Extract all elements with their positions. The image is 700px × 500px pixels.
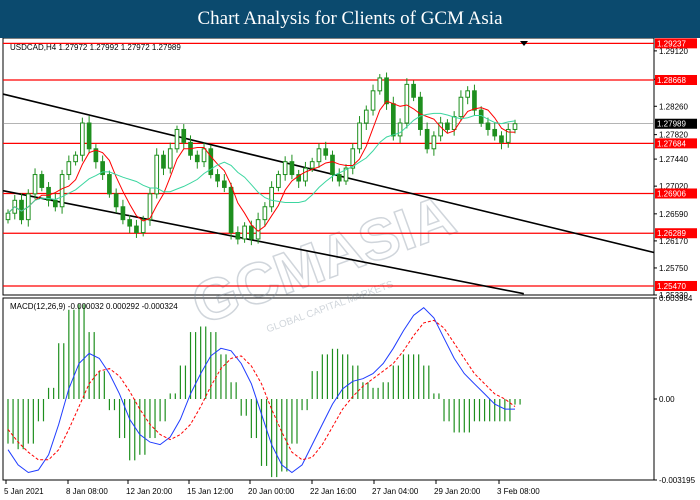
level-price-label: 1.26906 [657, 189, 686, 198]
time-tick-label: 3 Feb 08:00 [497, 487, 540, 496]
price-tick-label: 1.27440 [659, 155, 688, 164]
level-price-label: 1.27684 [657, 139, 686, 148]
candle-body [73, 154, 78, 163]
candle-body [458, 96, 464, 118]
current-price-label: 1.27989 [657, 120, 686, 129]
candle-body [174, 128, 180, 150]
macd-label: MACD(12,26,9) -0.000032 0.000292 -0.0003… [10, 302, 178, 311]
candle-body [255, 219, 261, 240]
time-tick-label: 29 Jan 20:00 [434, 487, 481, 496]
candle-body [390, 103, 396, 137]
price-tick-label: 1.26170 [659, 237, 688, 246]
candle-body [134, 225, 139, 234]
candle-body [424, 128, 430, 150]
candle-body [235, 232, 241, 240]
candle-body [397, 122, 403, 137]
candle-body [167, 148, 173, 169]
macd-tick-label: 0.003984 [659, 294, 693, 303]
candle-body [303, 167, 308, 182]
candle-body [107, 174, 112, 195]
candle-body [52, 199, 58, 208]
candle-body [127, 219, 133, 227]
price-tick-label: 1.25750 [659, 264, 688, 273]
candle-body [181, 128, 187, 143]
candle-body [411, 83, 416, 98]
candle-body [431, 135, 437, 150]
candle-body [445, 122, 450, 130]
price-tick-label: 1.28260 [659, 102, 688, 111]
candle-body [316, 148, 322, 163]
candle-body [512, 123, 518, 130]
candle-body [194, 154, 200, 163]
candle-body [363, 109, 369, 124]
time-tick-label: 20 Jan 00:00 [248, 487, 295, 496]
candle-body [120, 206, 126, 221]
level-price-label: 1.26289 [657, 229, 686, 238]
level-price-label: 1.25470 [657, 282, 686, 291]
candle-body [32, 174, 38, 195]
chart-banner-title: Chart Analysis for Clients of GCM Asia [0, 0, 700, 38]
level-price-label: 1.29237 [657, 39, 686, 48]
price-tick-label: 1.27820 [659, 131, 688, 140]
macd-tick-label: 0.00 [659, 395, 675, 404]
candle-body [384, 77, 389, 105]
macd-tick-label: -0.003195 [659, 476, 696, 485]
candle-body [39, 174, 45, 188]
candle-body [404, 83, 410, 124]
candle-body [5, 212, 11, 221]
time-tick-label: 5 Jan 2021 [4, 487, 44, 496]
candle-body [80, 122, 85, 156]
candle-body [472, 90, 477, 111]
candle-body [201, 148, 207, 163]
candle-body [249, 225, 254, 240]
candle-body [161, 154, 166, 169]
candle-body [208, 148, 214, 176]
time-tick-label: 15 Jan 12:00 [187, 487, 234, 496]
candle-body [113, 193, 119, 208]
candle-body [242, 225, 247, 240]
candle-body [499, 135, 504, 143]
candle-body [66, 161, 72, 176]
candle-body [262, 206, 268, 221]
candle-body [330, 154, 335, 176]
candle-body [370, 90, 376, 111]
time-tick-label: 8 Jan 08:00 [66, 487, 108, 496]
candle-body [465, 90, 471, 98]
candle-body [269, 186, 274, 208]
symbol-info: USDCAD,H4 1.27972 1.27992 1.27972 1.2798… [10, 43, 181, 52]
time-tick-label: 27 Jan 04:00 [372, 487, 419, 496]
time-tick-label: 22 Jan 16:00 [310, 487, 357, 496]
candle-body [140, 219, 146, 234]
candle-body [228, 186, 234, 234]
candle-body [289, 161, 295, 176]
candle-body [282, 161, 288, 176]
price-tick-label: 1.26590 [659, 210, 688, 219]
trading-chart[interactable]: GCMASIA GLOBAL CAPITAL MARKETS 1.291201.… [0, 38, 700, 500]
candle-body [492, 128, 498, 137]
candle-body [357, 122, 362, 150]
candle-body [309, 161, 315, 169]
candle-body [221, 180, 227, 188]
macd-panel-frame [2, 297, 655, 481]
candle-body [276, 174, 281, 188]
candle-body [336, 174, 342, 182]
candle-body [215, 174, 220, 182]
level-price-label: 1.28668 [657, 76, 686, 85]
candle-body [377, 77, 383, 92]
candle-body [485, 122, 491, 130]
time-tick-label: 12 Jan 20:00 [126, 487, 173, 496]
candle-body [451, 116, 457, 130]
candle-body [323, 148, 329, 156]
candle-body [86, 122, 92, 150]
candle-body [59, 174, 65, 208]
